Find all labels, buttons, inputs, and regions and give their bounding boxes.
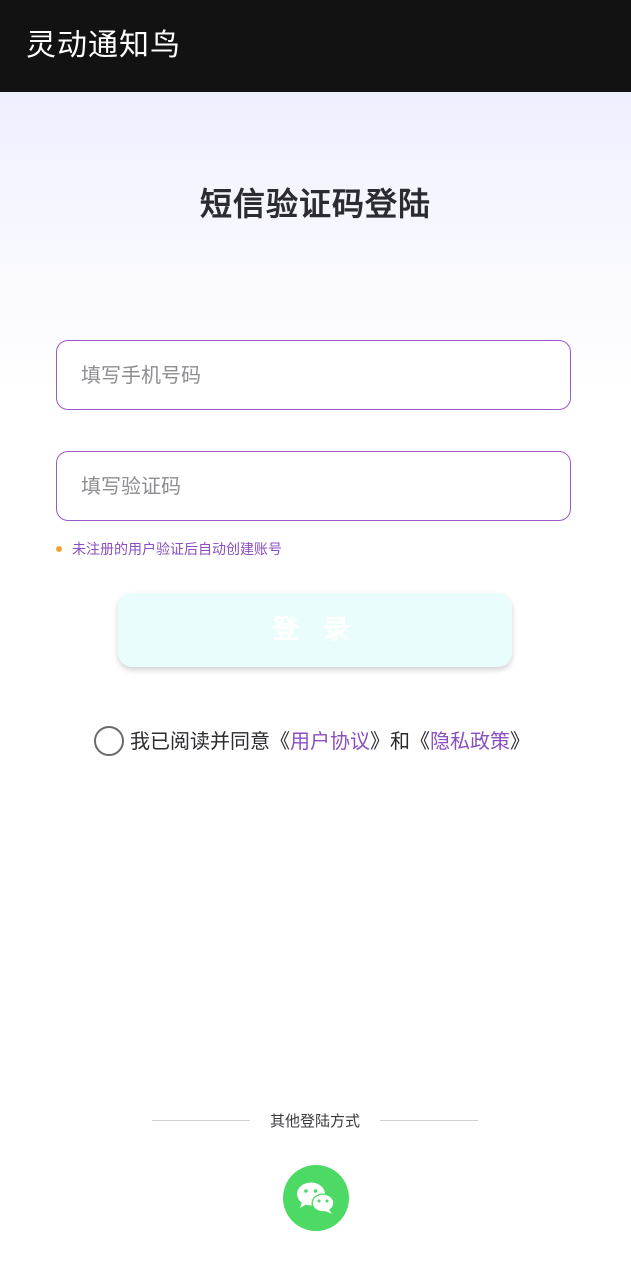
agreement-and: 和 — [390, 729, 410, 753]
agree-checkbox[interactable] — [94, 726, 124, 756]
app-title: 灵动通知鸟 — [26, 28, 181, 63]
phone-input[interactable] — [57, 341, 570, 409]
open-quote-2: 《 — [410, 729, 430, 753]
login-button[interactable]: 登 录 — [118, 593, 512, 667]
login-screen: 灵动通知鸟 短信验证码登陆 未注册的用户验证后自动创建账号 登 录 我已阅读并同… — [0, 0, 631, 1280]
login-content — [0, 92, 631, 1280]
agreement-text: 我已阅读并同意《用户协议》和《隐私政策》 — [130, 726, 530, 756]
divider-line-right — [380, 1120, 478, 1121]
phone-field[interactable] — [56, 340, 571, 410]
agreement-prefix: 我已阅读并同意 — [130, 729, 270, 753]
close-quote-2: 》 — [510, 729, 530, 753]
code-input[interactable] — [57, 452, 570, 520]
hint-text: 未注册的用户验证后自动创建账号 — [72, 542, 282, 558]
privacy-policy-link[interactable]: 隐私政策 — [430, 729, 510, 753]
user-agreement-link[interactable]: 用户协议 — [290, 729, 370, 753]
wechat-login-button[interactable] — [283, 1165, 349, 1231]
close-quote-1: 》 — [370, 729, 390, 753]
hint-dot-icon — [56, 546, 62, 552]
other-login-label: 其他登陆方式 — [269, 1112, 360, 1130]
page-title: 短信验证码登陆 — [199, 185, 431, 223]
open-quote-1: 《 — [270, 729, 290, 753]
wechat-icon — [297, 1182, 335, 1214]
app-titlebar: 灵动通知鸟 — [0, 0, 631, 92]
code-field[interactable] — [56, 451, 571, 521]
other-login-divider: 其他登陆方式 — [152, 1110, 478, 1132]
